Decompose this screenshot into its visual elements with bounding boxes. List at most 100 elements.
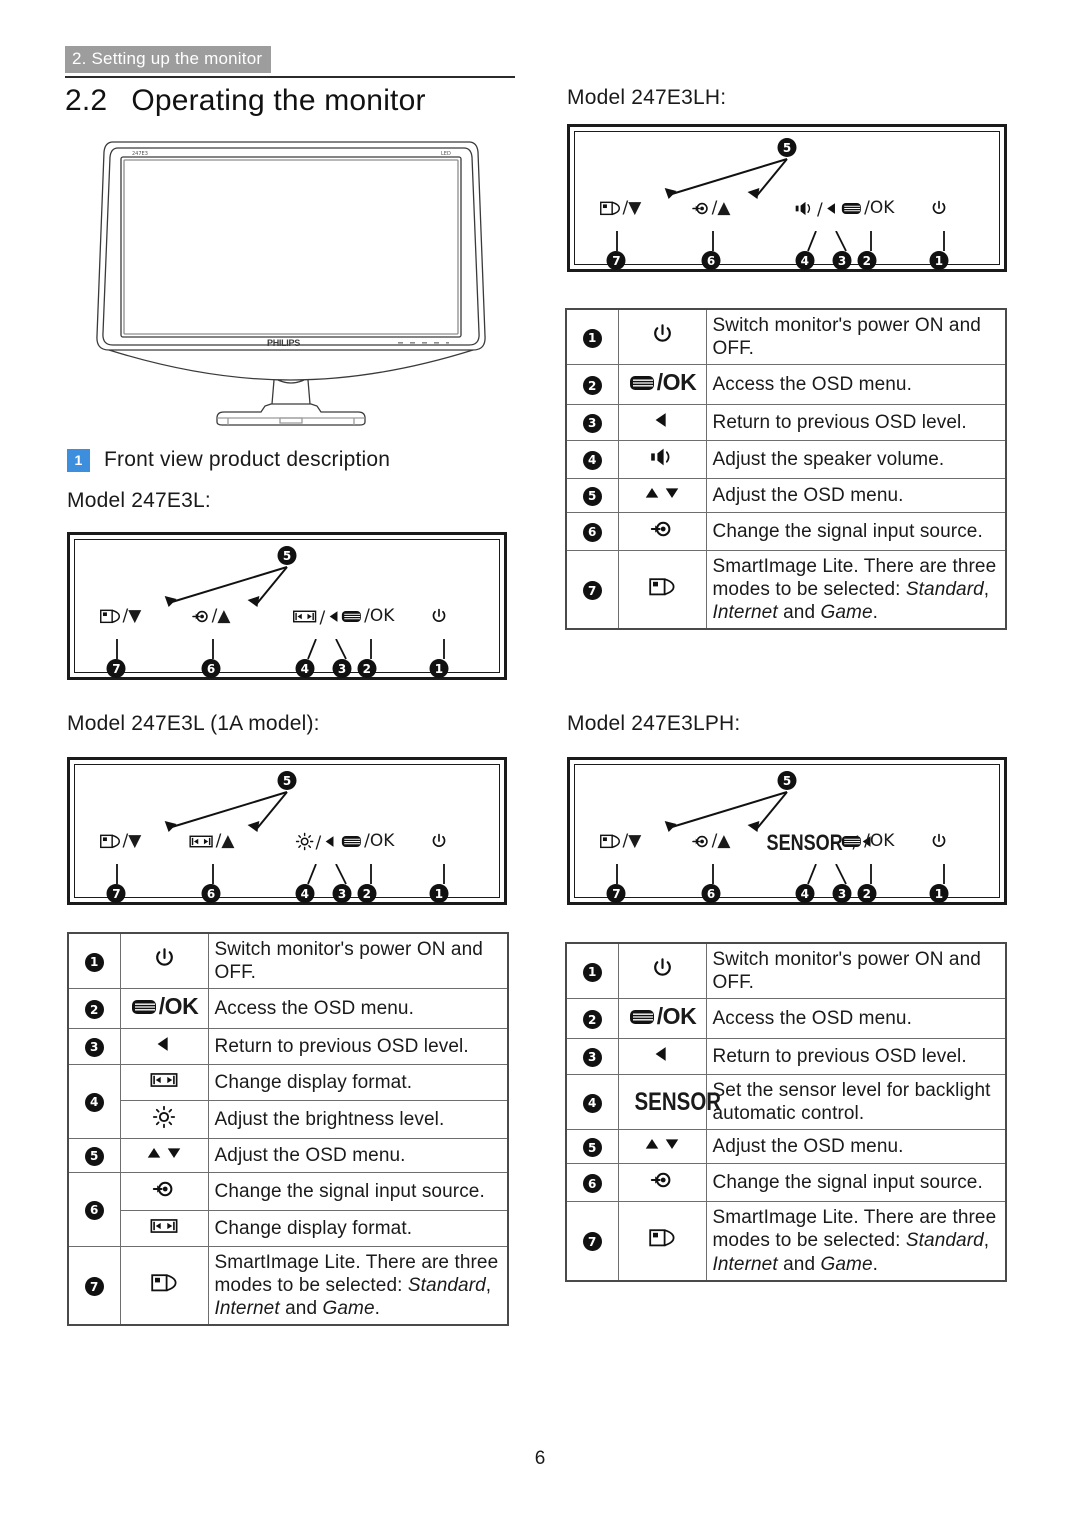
key-text-cell: Change the signal input source. xyxy=(207,1171,509,1211)
osd-menu-icon xyxy=(629,1009,654,1024)
circled-number-badge: 6 xyxy=(201,659,221,678)
panel-key-6[interactable]: /▲ xyxy=(692,199,730,218)
key-description: Return to previous OSD level. xyxy=(712,1045,967,1067)
key-text-cell: Adjust the speaker volume. xyxy=(705,439,1007,479)
panel-key-4[interactable] xyxy=(292,607,319,630)
key-number-cell: 6 xyxy=(565,1163,619,1203)
key-number-cell: 2 xyxy=(67,988,121,1029)
circled-number-badge: 1 xyxy=(429,659,449,678)
osd-ok-icon: /OK xyxy=(628,369,697,396)
circled-number-badge: 2 xyxy=(582,376,602,396)
panel-key-6[interactable]: /▲ xyxy=(188,832,234,851)
key-number-cell: 2 xyxy=(565,998,619,1039)
panel-key-4-3[interactable]: / xyxy=(296,832,340,855)
circled-number-badge: 7 xyxy=(106,884,126,903)
speaker-volume-icon xyxy=(650,448,669,466)
key-number-cell: 2 xyxy=(565,364,619,405)
panel-number-1: 1 xyxy=(929,884,949,903)
table-row: 7 SmartImage Lite. There are three modes… xyxy=(67,1245,509,1326)
panel-key-7[interactable]: /▼ xyxy=(99,607,141,626)
panel-number-4: 4 xyxy=(795,884,815,903)
circled-number-badge: 3 xyxy=(84,1037,104,1057)
panel-key-6[interactable]: /▲ xyxy=(692,832,730,851)
key-description: Adjust the OSD menu. xyxy=(712,484,904,506)
front-view-badge: 1 xyxy=(67,448,90,472)
table-row: 1 Switch monitor's power ON and OFF. xyxy=(67,932,509,990)
circled-number-badge: 3 xyxy=(332,884,352,903)
panel-key-7[interactable]: /▼ xyxy=(99,832,141,851)
panel-key-4[interactable] xyxy=(296,832,315,855)
table-row: 6 Change the signal input source. xyxy=(565,511,1007,551)
panel-number-2: 2 xyxy=(357,884,377,903)
key-icon-cell xyxy=(119,1063,209,1101)
mode-internet: Internet xyxy=(712,602,778,624)
circled-number-badge: 3 xyxy=(832,251,852,270)
key-icon-cell xyxy=(119,932,209,990)
circled-number-badge: 6 xyxy=(582,522,602,542)
panel-key-7[interactable]: /▼ xyxy=(599,199,641,218)
key-number-cell: 3 xyxy=(565,403,619,441)
section-number: 2.2 xyxy=(65,84,108,117)
panel-number-row: 7 6 432 1 xyxy=(570,884,1004,904)
panel-key-6[interactable]: /▲ xyxy=(192,607,230,626)
panel-key-4[interactable]: SENSOR xyxy=(759,832,852,854)
key-description: Change the signal input source. xyxy=(214,1180,485,1202)
panel-number-4: 4 xyxy=(295,659,315,678)
panel-key-2[interactable]: /OK xyxy=(340,607,394,626)
front-view-title: Front view product description xyxy=(104,448,391,471)
circled-number-badge: 5 xyxy=(582,1138,602,1158)
table-row: 4 SENSOR Set the sensor level for backligh… xyxy=(565,1073,1007,1131)
smartimage-icon xyxy=(99,609,120,624)
key-number-cell: 4 xyxy=(565,439,619,479)
key-icon-cell xyxy=(119,1171,209,1211)
sensor-label: SENSOR xyxy=(766,830,844,855)
key-icon-cell xyxy=(617,1037,707,1075)
panel-key-7[interactable]: /▼ xyxy=(599,832,641,851)
smartimage-icon xyxy=(599,834,620,849)
panel-number-3: 3 xyxy=(832,884,852,903)
panel-number-7: 7 xyxy=(106,884,126,903)
key-text-cell: Switch monitor's power ON and OFF. xyxy=(705,308,1007,366)
panel-leader-lines xyxy=(116,864,445,885)
panel-number-3: 3 xyxy=(832,251,852,270)
osd-ok-icon: /OK xyxy=(628,1003,697,1030)
table-row: 2 /OK Access the OSD menu. xyxy=(565,364,1007,405)
panel-key-1[interactable] xyxy=(929,832,948,851)
panel-glyph-row: /▼ /▲ / /OK xyxy=(70,607,504,641)
key-icon-cell xyxy=(119,1027,209,1065)
circled-number-badge: 5 xyxy=(582,486,602,506)
circled-number-badge: 1 xyxy=(582,962,602,982)
key-number-cell: 1 xyxy=(67,932,121,990)
panel-key-3[interactable] xyxy=(824,200,841,221)
panel-key-suffix: /OK xyxy=(364,606,395,626)
up-arrow-icon xyxy=(645,487,659,498)
circled-number-badge: 4 xyxy=(582,450,602,470)
panel-number-row: 7 6 432 1 xyxy=(70,884,504,904)
panel-key-2[interactable]: /OK xyxy=(840,199,894,218)
key-table-e3lh: 1 Switch monitor's power ON and OFF. 2 /O… xyxy=(565,308,1007,631)
circled-number-badge: 2 xyxy=(357,659,377,678)
panel-key-1[interactable] xyxy=(929,199,948,218)
monitor-drawing-svg: 247E3 LED PHILIPS xyxy=(96,141,486,426)
panel-number-6: 6 xyxy=(701,884,721,903)
panel-key-1[interactable] xyxy=(429,607,448,626)
panel-number-4: 4 xyxy=(795,251,815,270)
key-description: Return to previous OSD level. xyxy=(214,1035,469,1057)
panel-key-2[interactable]: /OK xyxy=(840,832,894,851)
key-number-cell: 5 xyxy=(67,1137,121,1173)
panel-leader-lines xyxy=(616,864,945,885)
key-icon-cell xyxy=(617,942,707,1000)
key-description: SmartImage Lite. There are three modes t… xyxy=(712,1207,997,1275)
panel-key-2[interactable]: /OK xyxy=(340,832,394,851)
panel-key-4-3[interactable]: / xyxy=(292,607,344,630)
osd-menu-icon xyxy=(342,610,362,623)
panel-key-4[interactable] xyxy=(794,199,816,222)
model-label-e3lph: Model 247E3LPH: xyxy=(567,712,741,735)
panel-key-4-3[interactable]: / xyxy=(794,199,841,222)
key-description: Access the OSD menu. xyxy=(712,374,912,395)
panel-key-3[interactable] xyxy=(322,833,339,854)
key-number-cell: 1 xyxy=(565,942,619,1000)
panel-key-1[interactable] xyxy=(429,832,448,851)
key-icon-cell xyxy=(119,1137,209,1173)
mode-standard: Standard xyxy=(905,1230,984,1252)
